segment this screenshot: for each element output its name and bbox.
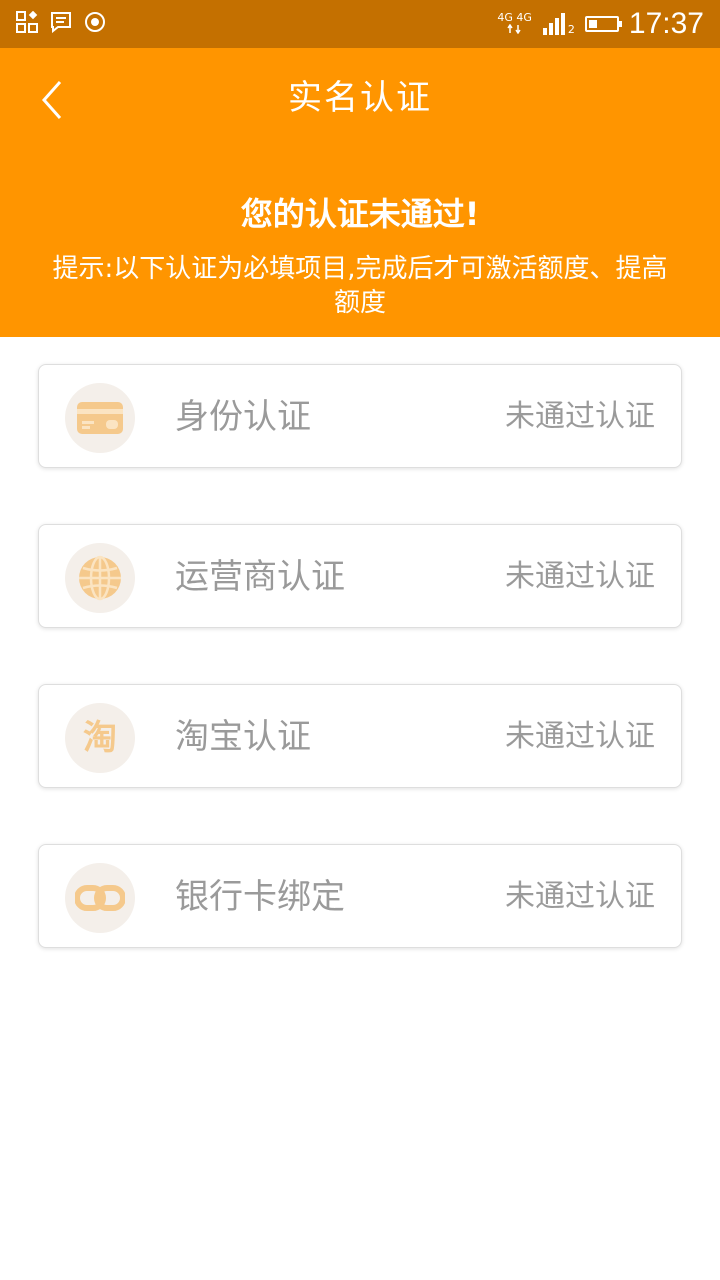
- network-type: 4G 4G: [497, 10, 532, 24]
- item-label: 运营商认证: [175, 557, 345, 597]
- item-status: 未通过认证: [505, 559, 655, 594]
- carrier-verification-item[interactable]: 运营商认证 未通过认证: [38, 524, 682, 628]
- item-status: 未通过认证: [505, 399, 655, 434]
- network-indicator: 4G 4G: [497, 10, 532, 37]
- header: 实名认证 您的认证未通过! 提示:以下认证为必填项目,完成后才可激活额度、提高额…: [0, 48, 720, 337]
- item-label: 淘宝认证: [175, 717, 311, 757]
- link-icon: [65, 863, 135, 933]
- item-label: 银行卡绑定: [175, 877, 345, 917]
- status-bar: 4G 4G 2 17:37: [0, 0, 720, 48]
- message-icon: [50, 11, 72, 37]
- verification-status-title: 您的认证未通过!: [240, 195, 480, 233]
- data-arrows-icon: [507, 23, 523, 37]
- item-status: 未通过认证: [505, 879, 655, 914]
- status-bar-left: [16, 10, 106, 37]
- page-title: 实名认证: [288, 78, 432, 118]
- item-label: 身份认证: [175, 397, 311, 437]
- clock: 17:37: [628, 7, 704, 40]
- battery-icon: [584, 16, 622, 32]
- taobao-icon-glyph: 淘: [83, 718, 117, 758]
- item-status: 未通过认证: [505, 719, 655, 754]
- hint-text: 提示:以下认证为必填项目,完成后才可激活额度、提高额度: [52, 254, 668, 318]
- taobao-icon: 淘: [65, 703, 135, 773]
- taobao-verification-item[interactable]: 淘 淘宝认证 未通过认证: [38, 684, 682, 788]
- status-bar-right: 4G 4G 2 17:37: [497, 0, 704, 48]
- apps-icon: [16, 10, 38, 37]
- id-verification-item[interactable]: 身份认证 未通过认证: [38, 364, 682, 468]
- record-icon: [84, 11, 106, 37]
- verification-list: 身份认证 未通过认证 运营商认证 未通过认证 淘 淘宝认证 未通过认证 银行卡绑…: [38, 364, 682, 1004]
- globe-icon: [65, 543, 135, 613]
- bank-card-binding-item[interactable]: 银行卡绑定 未通过认证: [38, 844, 682, 948]
- signal-icon: 2: [542, 12, 575, 36]
- id-card-icon: [65, 383, 135, 453]
- sim-slot: 2: [567, 23, 575, 36]
